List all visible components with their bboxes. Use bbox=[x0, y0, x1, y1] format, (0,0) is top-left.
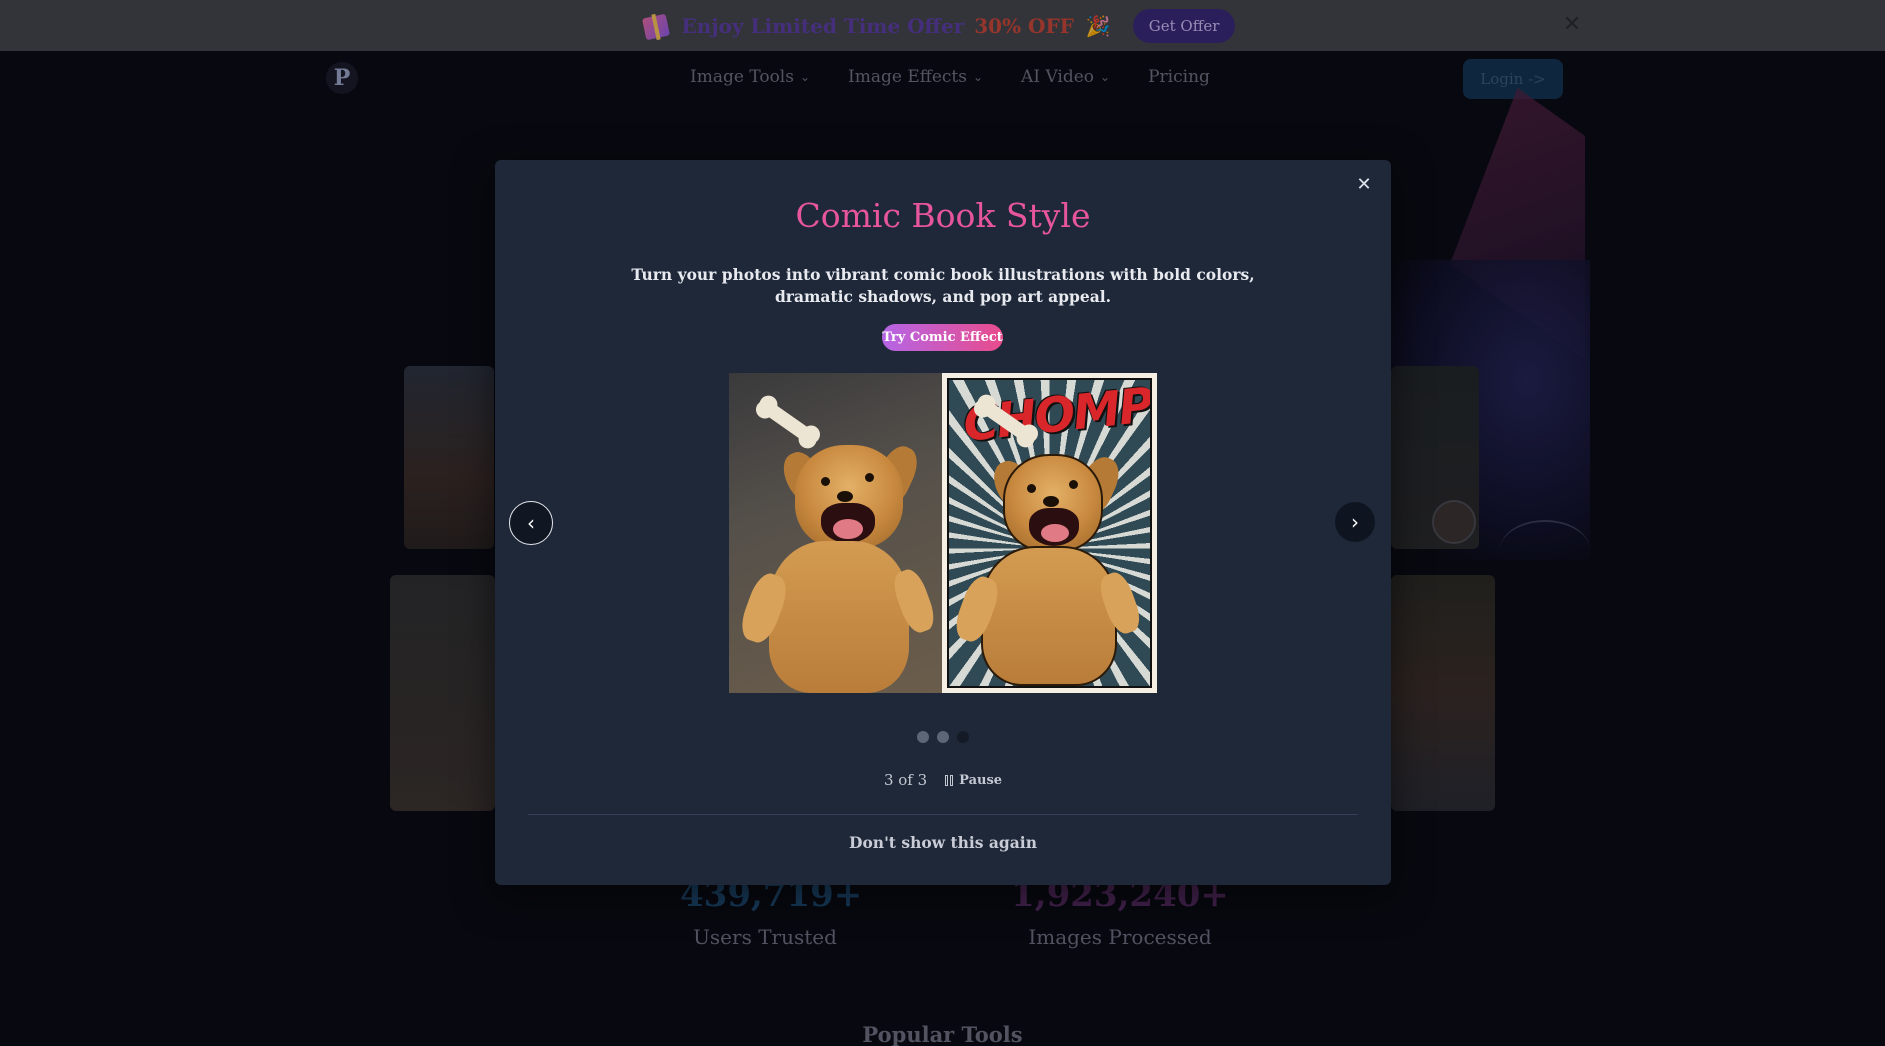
pause-label: Pause bbox=[959, 772, 1003, 788]
before-after-comparison: CHOMP! bbox=[729, 373, 1157, 693]
chevron-right-icon: › bbox=[1351, 510, 1359, 534]
modal-description: Turn your photos into vibrant comic book… bbox=[631, 265, 1255, 306]
slide-counter-row: 3 of 3 Pause bbox=[495, 771, 1391, 789]
dont-show-again-link[interactable]: Don't show this again bbox=[495, 833, 1391, 852]
previous-slide-button[interactable]: ‹ bbox=[509, 501, 553, 545]
try-comic-effect-button[interactable]: Try Comic Effect bbox=[882, 324, 1003, 351]
divider bbox=[528, 814, 1358, 815]
modal-title: Comic Book Style bbox=[795, 196, 1091, 235]
pause-icon bbox=[945, 774, 954, 786]
chevron-left-icon: ‹ bbox=[527, 511, 535, 535]
pause-button[interactable]: Pause bbox=[945, 773, 1002, 788]
slide-dot-3[interactable] bbox=[957, 731, 969, 743]
original-photo bbox=[729, 373, 942, 693]
slide-dot-1[interactable] bbox=[917, 731, 929, 743]
dog-illustration bbox=[949, 380, 1150, 686]
slide-indicators bbox=[495, 731, 1391, 743]
slide-counter: 3 of 3 bbox=[883, 771, 928, 789]
dog-illustration bbox=[729, 373, 942, 693]
comic-result-photo: CHOMP! bbox=[942, 373, 1157, 693]
effect-showcase-modal: ✕ Comic Book Style Turn your photos into… bbox=[495, 160, 1391, 885]
slide-dot-2[interactable] bbox=[937, 731, 949, 743]
close-icon[interactable]: ✕ bbox=[1351, 172, 1377, 198]
next-slide-button[interactable]: › bbox=[1335, 502, 1375, 542]
